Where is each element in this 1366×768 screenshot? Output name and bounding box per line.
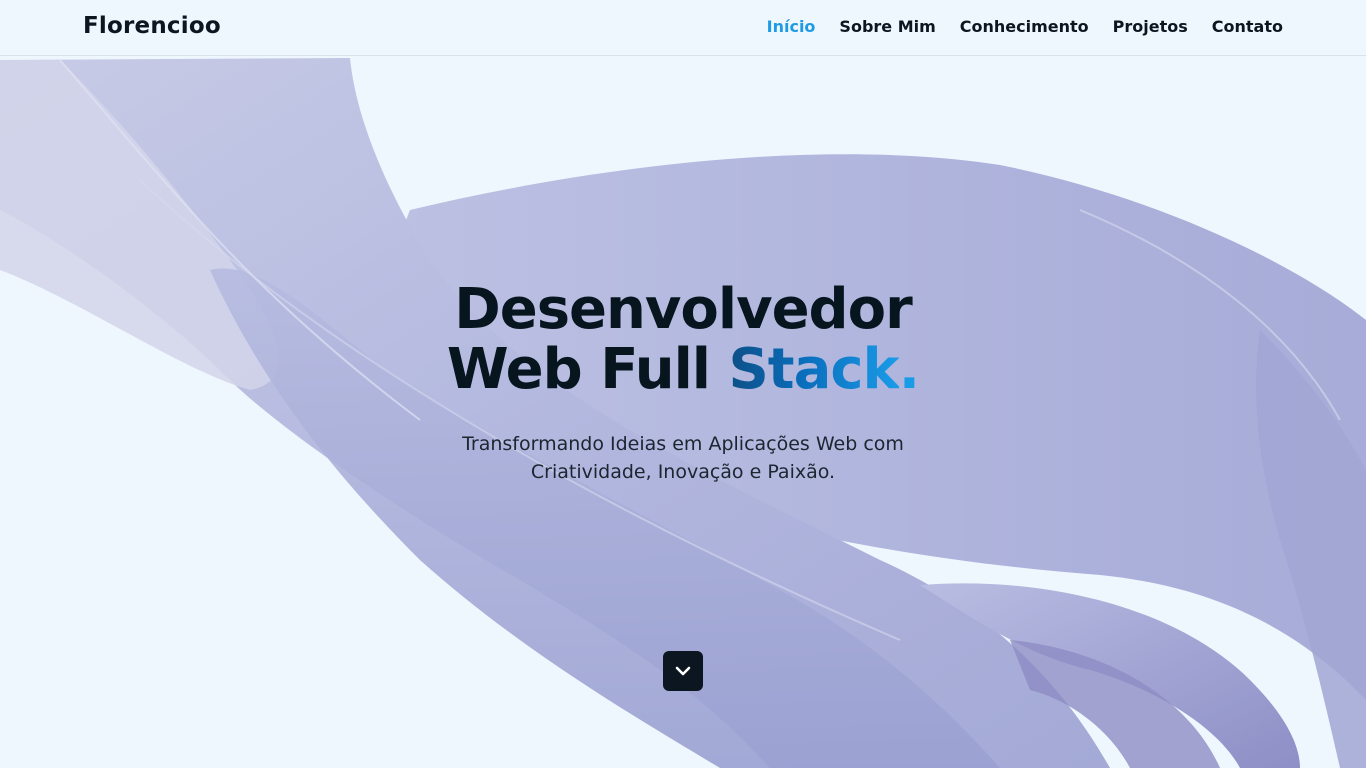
chevron-down-icon xyxy=(675,666,691,676)
hero-title-line2: Web Full xyxy=(446,337,729,402)
brand-logo[interactable]: Florencioo xyxy=(83,13,221,39)
hero-title-line1: Desenvolvedor xyxy=(454,277,912,342)
nav-links: Início Sobre Mim Conhecimento Projetos C… xyxy=(767,17,1283,36)
nav-link-conhecimento[interactable]: Conhecimento xyxy=(960,17,1089,36)
nav-link-sobre-mim[interactable]: Sobre Mim xyxy=(839,17,935,36)
nav-item-sobre-mim: Sobre Mim xyxy=(839,17,935,36)
hero-section: Desenvolvedor Web Full Stack. Transforma… xyxy=(0,280,1366,486)
nav-item-contato: Contato xyxy=(1212,17,1283,36)
hero-subtitle: Transformando Ideias em Aplicações Web c… xyxy=(462,433,904,483)
nav-link-contato[interactable]: Contato xyxy=(1212,17,1283,36)
scroll-down-button[interactable] xyxy=(663,651,703,691)
nav-link-projetos[interactable]: Projetos xyxy=(1113,17,1188,36)
page: Florencioo Início Sobre Mim Conhecimento… xyxy=(0,0,1366,768)
nav-item-inicio: Início xyxy=(767,17,816,36)
hero-title-accent: Stack xyxy=(728,337,899,402)
nav-item-projetos: Projetos xyxy=(1113,17,1188,36)
hero-title-dot: . xyxy=(898,337,920,402)
nav-link-inicio[interactable]: Início xyxy=(767,17,816,36)
hero-title: Desenvolvedor Web Full Stack. xyxy=(0,280,1366,400)
navbar: Florencioo Início Sobre Mim Conhecimento… xyxy=(0,0,1366,56)
nav-item-conhecimento: Conhecimento xyxy=(960,17,1089,36)
